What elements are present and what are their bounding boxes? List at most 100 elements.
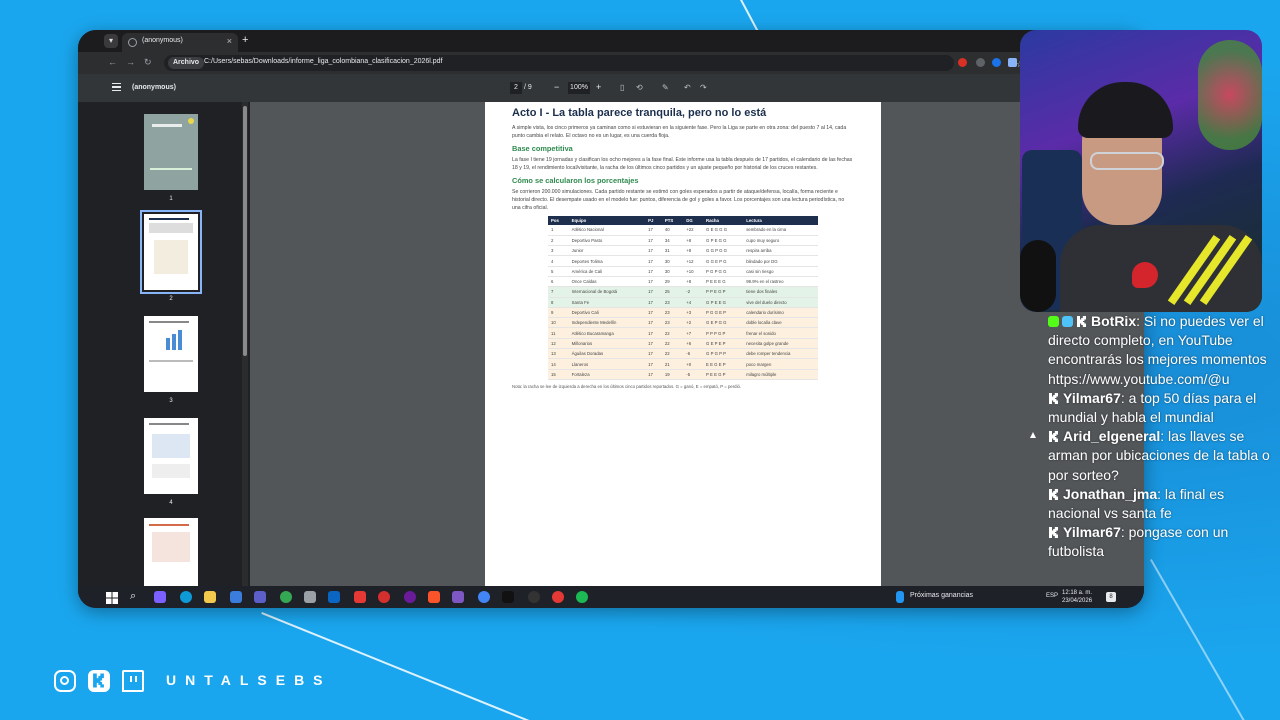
chat-username[interactable]: BotRix [1091, 313, 1136, 329]
reload-icon[interactable]: ↻ [144, 57, 152, 68]
fit-page-icon[interactable]: ▯ [620, 83, 624, 92]
column-header: PTS [661, 216, 684, 225]
chrome-icon[interactable] [280, 591, 292, 603]
thumbnail-page-4[interactable] [144, 418, 198, 494]
table-row: 13 Águilas Doradas 17 22 -6 G P G P Pdebe rom… [548, 348, 818, 360]
pdf-page: Acto I - La tabla parece tranquila, pero… [485, 102, 881, 596]
app-icon[interactable] [304, 591, 316, 603]
column-header: Lectura [743, 216, 818, 225]
chat-username[interactable]: Yilmar67 [1063, 524, 1121, 540]
back-icon[interactable]: ← [108, 57, 117, 67]
column-header: Equipo [568, 216, 646, 225]
browser-toolbar: ← → ↻ Archivo C:/Users/sebas/Downloads/i… [78, 52, 1144, 74]
file-explorer-icon[interactable] [204, 591, 216, 603]
tab-close-icon[interactable]: × [227, 36, 232, 46]
table-cell: 10 [548, 317, 569, 329]
table-cell: 23 [661, 307, 684, 319]
menu-icon[interactable] [112, 83, 121, 91]
chat-message: Yilmar67: pongase con un futbolista [1048, 523, 1280, 561]
zoom-input[interactable]: 100% [568, 82, 590, 94]
kick-icon [1048, 431, 1059, 443]
extension-icon[interactable] [976, 58, 985, 67]
tab-search-button[interactable]: ▾ [104, 34, 118, 48]
column-header: Racha [703, 216, 744, 225]
kick-icon [1048, 488, 1059, 500]
table-row: 2 Deportivo Pasto 17 34 +8 G P E G Gcupo muy … [548, 235, 818, 247]
app-icon[interactable] [404, 591, 416, 603]
page-heading: Acto I - La tabla parece tranquila, pero… [512, 107, 767, 119]
draw-icon[interactable]: ✎ [662, 83, 669, 92]
thumbnail-page-5[interactable] [144, 518, 198, 596]
tab-title: (anonymous) [142, 37, 183, 44]
sidebar-scrollbar-thumb[interactable] [243, 106, 247, 356]
table-cell: Deportivo Pasto [568, 235, 646, 247]
redo-icon[interactable]: ↷ [700, 83, 707, 92]
stocks-icon[interactable] [896, 591, 904, 603]
app-icon[interactable] [452, 591, 464, 603]
file-chip[interactable]: Archivo [168, 57, 205, 69]
table-cell: cupo muy seguro [743, 235, 818, 247]
new-tab-button[interactable]: + [242, 34, 248, 46]
tab-bar: ▾ (anonymous) × + [78, 30, 1144, 52]
extension-icon[interactable] [958, 58, 967, 67]
globe-icon [128, 38, 137, 47]
thumbnail-page-2[interactable] [140, 210, 202, 294]
copilot-icon[interactable] [154, 591, 166, 603]
zoom-out-icon[interactable]: − [554, 82, 559, 92]
sword-badge-icon [1062, 316, 1073, 327]
table-cell: 22 [661, 338, 684, 350]
twitch-icon[interactable] [122, 670, 144, 692]
table-cell: 2 [548, 235, 569, 247]
address-bar[interactable]: Archivo C:/Users/sebas/Downloads/informe… [164, 55, 1024, 71]
app-icon[interactable] [528, 591, 540, 603]
table-cell: G E G G G [703, 225, 744, 236]
chrome-icon[interactable] [478, 591, 490, 603]
translate-icon[interactable] [1008, 58, 1017, 67]
app-icon[interactable] [552, 591, 564, 603]
rotate-icon[interactable]: ⟲ [636, 83, 643, 92]
thumbnail-page-3[interactable] [144, 316, 198, 392]
instagram-icon[interactable] [54, 670, 76, 692]
app-icon[interactable] [378, 591, 390, 603]
table-cell: +22 [683, 225, 704, 236]
kick-logo-icon[interactable] [88, 670, 110, 692]
extension-icon[interactable] [992, 58, 1001, 67]
outlook-icon[interactable] [328, 591, 340, 603]
edge-icon[interactable] [180, 591, 192, 603]
store-icon[interactable] [230, 591, 242, 603]
table-cell: G E P E P [703, 338, 744, 350]
zoom-in-icon[interactable]: + [596, 82, 601, 92]
chat-message: Yilmar67: a top 50 días para el mundial … [1048, 389, 1280, 427]
table-cell: P P E G P [703, 286, 744, 298]
widget-label[interactable]: Próximas ganancias [910, 592, 973, 599]
pdf-title: (anonymous) [132, 84, 176, 91]
brave-icon[interactable] [428, 591, 440, 603]
tiktok-icon[interactable] [502, 591, 514, 603]
table-cell: 31 [661, 245, 684, 257]
table-cell: 23 [661, 317, 684, 329]
spotify-icon[interactable] [576, 591, 588, 603]
page-number-input[interactable]: 2 [510, 82, 522, 94]
chat-username[interactable]: Yilmar67 [1063, 390, 1121, 406]
background-light [1198, 40, 1262, 150]
forward-icon[interactable]: → [126, 57, 135, 67]
table-row: 1 Atlético Nacional 17 40 +22 G E G G Gsembra… [548, 225, 818, 236]
browser-tab[interactable]: (anonymous) × [122, 33, 238, 52]
chat-username[interactable]: Jonathan_jma [1063, 486, 1157, 502]
chat-username[interactable]: Arid_elgeneral [1063, 428, 1160, 444]
url-text[interactable]: C:/Users/sebas/Downloads/informe_liga_co… [204, 58, 443, 65]
thumbnail-page-1[interactable] [144, 114, 198, 190]
table-cell: P G G E P [703, 307, 744, 319]
table-cell: tiene dos finales [743, 286, 818, 298]
table-cell: 22 [661, 327, 684, 339]
search-icon[interactable]: ⌕ [130, 590, 136, 603]
stream-app-icon[interactable] [354, 591, 366, 603]
section-paragraph: La fase I tiene 19 jornadas y clasifican… [512, 157, 853, 171]
teams-icon[interactable] [254, 591, 266, 603]
pdf-viewer[interactable]: Acto I - La tabla parece tranquila, pero… [250, 102, 1144, 596]
table-cell: blindado por DG [743, 255, 818, 267]
table-cell: Fortaleza [568, 369, 646, 380]
windows-start-icon[interactable] [106, 591, 118, 604]
table-row: 6 Once Caldas 17 29 +8 P E E E G 99.9% en el r… [548, 276, 818, 288]
undo-icon[interactable]: ↶ [684, 83, 691, 92]
